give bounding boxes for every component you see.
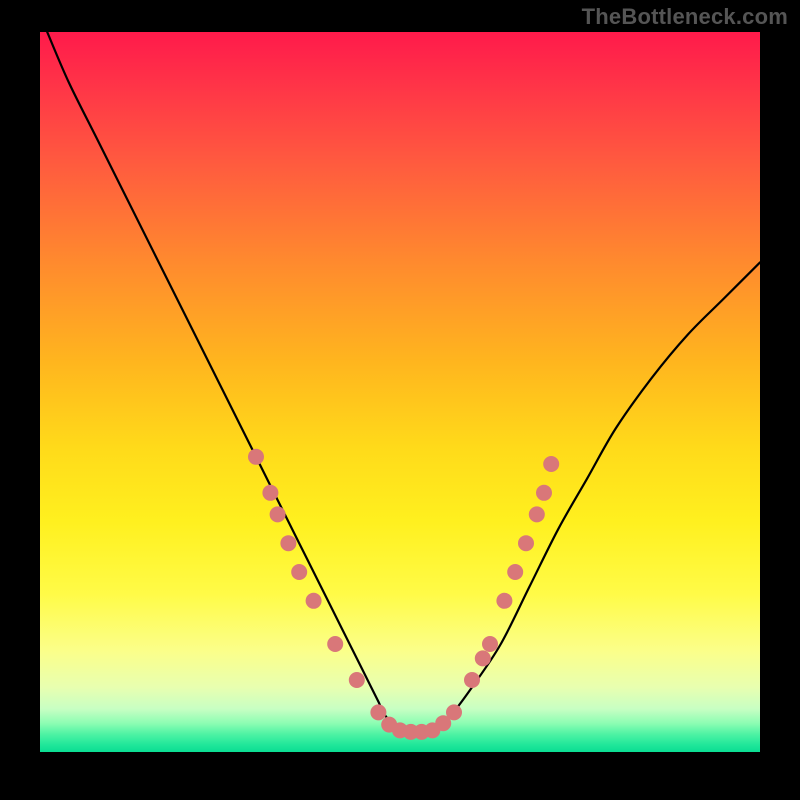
curve-marker	[507, 564, 523, 580]
curve-marker	[529, 506, 545, 522]
curve-marker	[464, 672, 480, 688]
curve-marker	[496, 593, 512, 609]
curve-marker	[306, 593, 322, 609]
watermark-text: TheBottleneck.com	[582, 4, 788, 30]
curve-marker	[370, 704, 386, 720]
curve-marker	[248, 449, 264, 465]
curve-marker	[327, 636, 343, 652]
bottleneck-curve-path	[47, 32, 760, 734]
curve-marker	[291, 564, 307, 580]
curve-marker	[349, 672, 365, 688]
curve-marker	[518, 535, 534, 551]
curve-marker	[262, 485, 278, 501]
curve-marker	[536, 485, 552, 501]
curve-marker	[543, 456, 559, 472]
curve-marker	[482, 636, 498, 652]
chart-plot-area	[40, 32, 760, 752]
curve-marker	[475, 650, 491, 666]
curve-marker	[270, 506, 286, 522]
curve-marker	[446, 704, 462, 720]
curve-svg	[40, 32, 760, 752]
curve-marker	[280, 535, 296, 551]
